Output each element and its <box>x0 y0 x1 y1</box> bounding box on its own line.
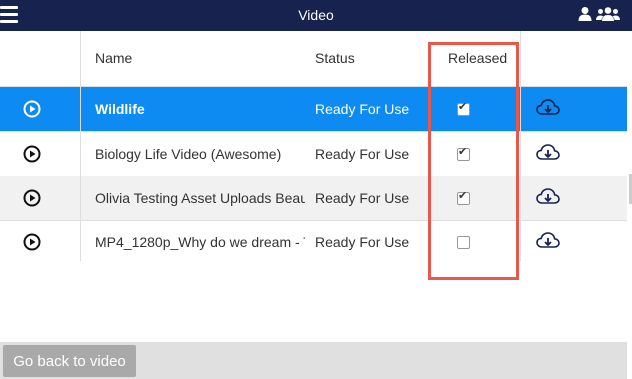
video-name: Wildlife <box>95 101 145 117</box>
video-status: Ready For Use <box>315 146 410 162</box>
checkmark-icon: ✔ <box>458 190 468 202</box>
table-row[interactable]: Wildlife Ready For Use ✔ <box>0 87 627 132</box>
play-icon[interactable] <box>23 233 41 251</box>
video-status: Ready For Use <box>315 234 410 250</box>
cloud-download-icon[interactable] <box>536 187 560 207</box>
column-divider <box>80 31 81 261</box>
video-table: Name Status Released Wildlife Ready For … <box>0 31 627 342</box>
table-header: Name Status Released <box>0 31 627 87</box>
checkmark-icon: ✔ <box>458 146 468 158</box>
video-status: Ready For Use <box>315 190 410 206</box>
play-icon[interactable] <box>23 189 41 207</box>
video-name: Biology Life Video (Awesome) <box>95 146 282 162</box>
column-header-name[interactable]: Name <box>95 50 132 66</box>
video-status: Ready For Use <box>315 101 410 117</box>
play-icon[interactable] <box>23 145 41 163</box>
table-row[interactable]: Biology Life Video (Awesome) Ready For U… <box>0 132 627 177</box>
cloud-download-icon[interactable] <box>536 143 560 163</box>
users-icon[interactable] <box>596 6 620 22</box>
column-header-status[interactable]: Status <box>315 50 355 66</box>
top-bar: Video <box>0 0 632 31</box>
checkmark-icon: ✔ <box>458 101 468 113</box>
user-icon[interactable] <box>578 6 592 22</box>
user-icons <box>578 6 620 22</box>
video-name: MP4_1280p_Why do we dream - TED <box>95 234 305 250</box>
released-checkbox[interactable]: ✔ <box>457 101 470 116</box>
video-name: Olivia Testing Asset Uploads Beauty <box>95 190 305 206</box>
page-title: Video <box>298 7 334 23</box>
go-back-to-video-button[interactable]: Go back to video <box>3 345 136 377</box>
table-row[interactable]: Olivia Testing Asset Uploads Beauty Read… <box>0 176 627 221</box>
play-icon[interactable] <box>23 100 41 118</box>
column-divider <box>520 31 521 261</box>
cloud-download-icon[interactable] <box>536 98 560 118</box>
column-header-released[interactable]: Released <box>448 50 507 66</box>
table-row[interactable]: MP4_1280p_Why do we dream - TED Ready Fo… <box>0 220 627 264</box>
released-checkbox[interactable] <box>457 236 470 249</box>
released-checkbox[interactable]: ✔ <box>457 146 470 161</box>
footer-bar: Go back to video <box>0 342 627 379</box>
released-checkbox[interactable]: ✔ <box>457 190 470 205</box>
cloud-download-icon[interactable] <box>536 231 560 251</box>
